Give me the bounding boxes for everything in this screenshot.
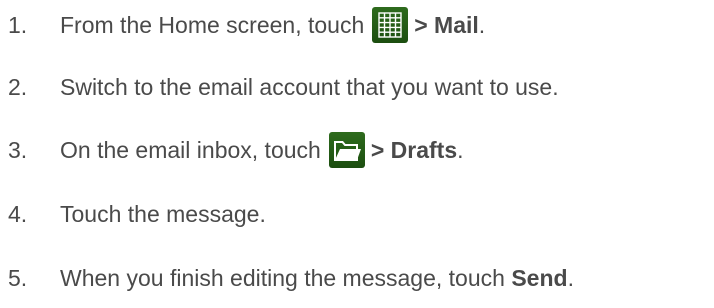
step-4: 4. Touch the message. [8,194,266,234]
step-text-end: . [457,136,464,163]
step-number: 5. [8,264,28,291]
step-text: When you finish editing the message, tou… [60,264,505,291]
step-text-end: . [567,264,574,291]
step-number: 1. [8,11,28,38]
step-5: 5. When you finish editing the message, … [8,258,574,298]
step-text: Touch the message. [60,200,266,227]
step-1: 1. From the Home screen, touch > Mail. [8,5,485,45]
step-number: 2. [8,73,28,100]
step-text: Switch to the email account that you wan… [60,73,559,100]
step-bold-text: > Mail [414,11,479,38]
step-bold-text: > Drafts [370,136,458,163]
step-text: From the Home screen, touch [60,11,365,38]
folder-icon [328,132,365,168]
step-3: 3. On the email inbox, touch > Drafts. [8,130,464,170]
step-bold-text: Send [511,264,568,291]
step-2: 2. Switch to the email account that you … [8,67,559,107]
apps-grid-icon [372,7,409,43]
step-number: 4. [8,200,28,227]
step-text: On the email inbox, touch [60,136,321,163]
step-number: 3. [8,136,28,163]
step-text-end: . [478,11,486,38]
instruction-steps: 1. From the Home screen, touch > Mail. 2… [0,0,714,308]
